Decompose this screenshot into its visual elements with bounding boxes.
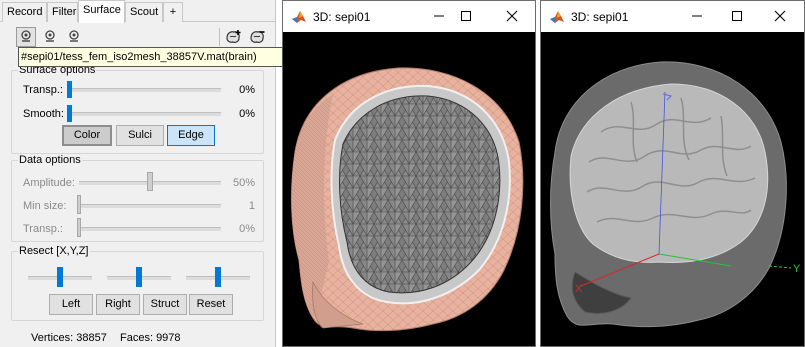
- fem-mesh-render: [291, 67, 524, 332]
- tab-filter[interactable]: Filter: [47, 2, 78, 22]
- 3d-viewport[interactable]: X Y: [541, 32, 804, 346]
- amplitude-slider-thumb[interactable]: [147, 172, 153, 191]
- tab-bar: Record Filter Surface Scout +: [0, 0, 276, 23]
- smooth-label: Smooth:: [23, 108, 64, 120]
- amplitude-label: Amplitude:: [23, 177, 75, 189]
- tab-record[interactable]: Record: [2, 2, 47, 22]
- maximize-icon[interactable]: [728, 7, 746, 25]
- min-size-label: Min size:: [23, 200, 67, 212]
- figure-window-1: 3D: sepi01: [282, 0, 536, 347]
- x-axis-label: X: [575, 283, 583, 295]
- surface-add-icon[interactable]: [224, 27, 244, 47]
- min-size-value: 1: [248, 200, 255, 212]
- matlab-logo-icon: [549, 9, 565, 25]
- resect-struct-button[interactable]: Struct: [143, 294, 187, 315]
- surface-options-group: Surface options Transp.: 0% Smooth: 0% C…: [11, 64, 264, 154]
- surface-icon[interactable]: [16, 27, 36, 47]
- figure-window-2: 3D: sepi01 X Y: [540, 0, 805, 347]
- matlab-logo-icon: [291, 9, 307, 25]
- minimize-icon[interactable]: [688, 7, 706, 25]
- resect-x-slider-thumb[interactable]: [57, 267, 63, 287]
- maximize-icon[interactable]: [457, 7, 475, 25]
- vertices-count: Vertices: 38857: [31, 332, 107, 344]
- transparency-slider-thumb[interactable]: [67, 81, 72, 98]
- brain-head-render: X Y: [550, 61, 801, 328]
- data-options-title: Data options: [18, 154, 82, 166]
- tab-surface[interactable]: Surface: [78, 0, 125, 23]
- transparency-label: Transp.:: [23, 84, 63, 96]
- surface-remove-icon[interactable]: [248, 27, 268, 47]
- resect-z-slider-thumb[interactable]: [215, 267, 221, 287]
- resect-right-button[interactable]: Right: [96, 294, 140, 315]
- smooth-slider-track[interactable]: [67, 112, 221, 116]
- surface-icon[interactable]: [40, 27, 60, 47]
- min-size-slider-thumb[interactable]: [77, 195, 81, 214]
- resect-left-button[interactable]: Left: [49, 294, 93, 315]
- data-transparency-slider-thumb[interactable]: [77, 218, 81, 237]
- edge-button[interactable]: Edge: [167, 125, 215, 146]
- resect-reset-button[interactable]: Reset: [189, 294, 233, 315]
- transparency-slider-track[interactable]: [67, 88, 221, 92]
- window-titlebar[interactable]: 3D: sepi01: [541, 1, 804, 32]
- tab-scout[interactable]: Scout: [125, 2, 163, 22]
- tab-add[interactable]: +: [163, 2, 183, 22]
- resect-title: Resect [X,Y,Z]: [18, 245, 90, 257]
- window-title: 3D: sepi01: [571, 10, 629, 24]
- smooth-value: 0%: [239, 108, 255, 120]
- data-transparency-label: Transp.:: [23, 223, 63, 235]
- surface-icon[interactable]: [64, 27, 84, 47]
- y-axis-label: Y: [793, 263, 801, 275]
- min-size-slider-track[interactable]: [79, 204, 221, 208]
- resect-y-slider-thumb[interactable]: [136, 267, 142, 287]
- 3d-viewport[interactable]: [283, 32, 535, 346]
- faces-count: Faces: 9978: [120, 332, 181, 344]
- data-transparency-slider-track[interactable]: [79, 227, 221, 231]
- close-icon[interactable]: [771, 7, 789, 25]
- toolbar-divider: [219, 28, 220, 46]
- window-title: 3D: sepi01: [313, 10, 371, 24]
- amplitude-value: 50%: [232, 177, 255, 189]
- sulci-button[interactable]: Sulci: [116, 125, 164, 146]
- data-options-group: Data options Amplitude: 50% Min size: 1 …: [11, 154, 264, 242]
- smooth-slider-thumb[interactable]: [67, 105, 72, 122]
- color-button[interactable]: Color: [62, 125, 112, 146]
- surface-tooltip: #sepi01/tess_fem_iso2mesh_38857V.mat(bra…: [18, 47, 283, 67]
- close-icon[interactable]: [503, 7, 521, 25]
- transparency-value: 0%: [239, 84, 255, 96]
- y-axis-arrow: [768, 265, 792, 269]
- resect-group: Resect [X,Y,Z] Left Right Struct Reset: [11, 245, 264, 321]
- minimize-icon[interactable]: [430, 7, 448, 25]
- data-transparency-value: 0%: [239, 223, 255, 235]
- window-titlebar[interactable]: 3D: sepi01: [283, 1, 535, 32]
